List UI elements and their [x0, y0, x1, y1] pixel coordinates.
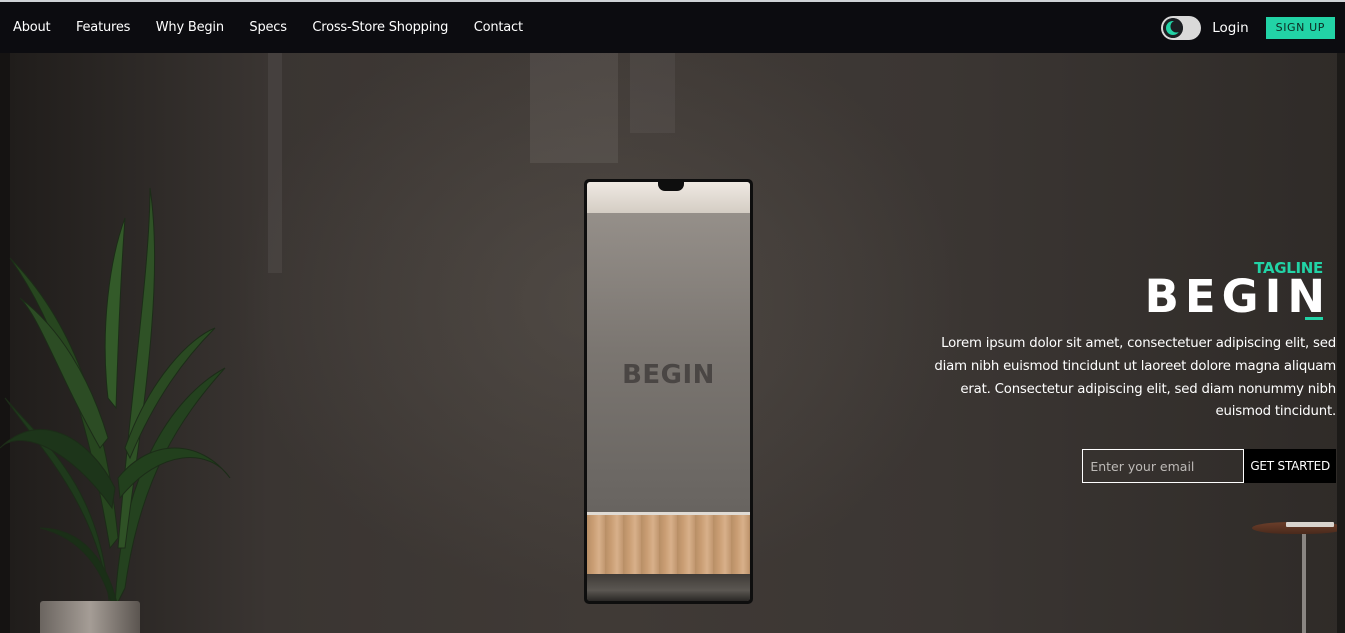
- signup-button[interactable]: SIGN UP: [1265, 16, 1335, 39]
- mirror-rug: [587, 574, 750, 601]
- nav-link-cross-store-shopping[interactable]: Cross-Store Shopping: [312, 20, 448, 35]
- nav-actions: Login SIGN UP: [1161, 2, 1335, 53]
- nav-link-features[interactable]: Features: [76, 20, 131, 35]
- title-accent-underline: [1305, 317, 1323, 320]
- email-signup-form: GET STARTED: [1082, 449, 1336, 483]
- nav-link-specs[interactable]: Specs: [249, 20, 287, 35]
- hero-title: BEGIN: [1144, 270, 1331, 323]
- camera-notch: [658, 182, 684, 191]
- wall-light-strip: [630, 53, 675, 133]
- login-link[interactable]: Login: [1212, 20, 1248, 36]
- wall-light-strip: [268, 53, 282, 273]
- wall-light-strip: [530, 53, 618, 163]
- hero-description: Lorem ipsum dolor sit amet, consectetuer…: [934, 336, 1336, 420]
- email-input[interactable]: [1082, 449, 1245, 483]
- nav-link-contact[interactable]: Contact: [474, 20, 523, 35]
- nav-link-about[interactable]: About: [13, 20, 51, 35]
- table-book: [1286, 522, 1334, 527]
- top-navbar: About Features Why Begin Specs Cross-Sto…: [0, 2, 1345, 53]
- get-started-button[interactable]: GET STARTED: [1244, 449, 1336, 483]
- smart-mirror-image: BEGIN: [584, 179, 753, 604]
- mirror-logo: BEGIN: [622, 360, 715, 390]
- moon-icon: [1163, 17, 1184, 38]
- theme-toggle[interactable]: [1161, 15, 1202, 40]
- mirror-floor: [587, 515, 750, 575]
- plant-illustration: [0, 187, 231, 618]
- mirror-screen: BEGIN: [587, 182, 750, 601]
- hero-right-edge: [1337, 53, 1345, 633]
- nav-links: About Features Why Begin Specs Cross-Sto…: [0, 20, 548, 35]
- plant-pot: [40, 601, 140, 633]
- hero-section: BEGIN TAGLINE BEGIN Lorem ipsum dolor si…: [0, 53, 1345, 633]
- nav-link-why-begin[interactable]: Why Begin: [156, 20, 224, 35]
- side-table-leg: [1302, 531, 1306, 633]
